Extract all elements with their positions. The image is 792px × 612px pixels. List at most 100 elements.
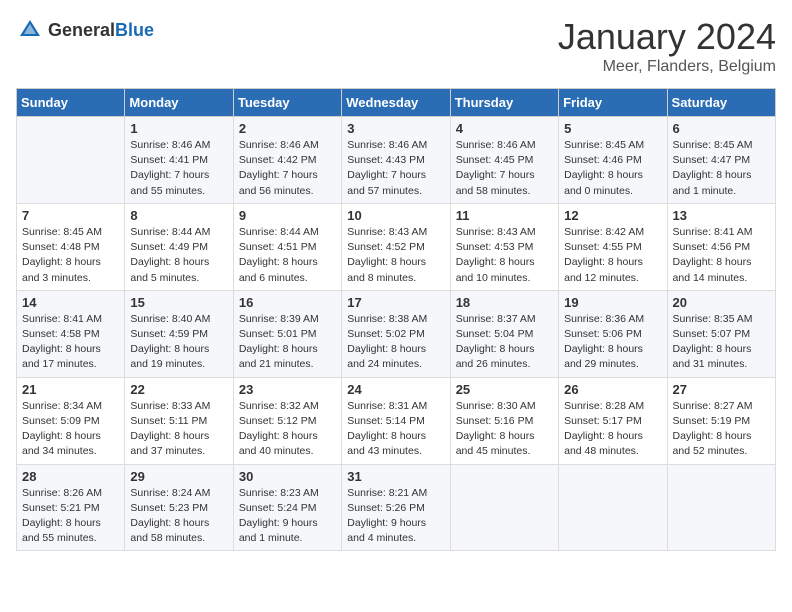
day-info: Sunrise: 8:43 AMSunset: 4:52 PMDaylight:… [347,225,444,286]
day-number: 2 [239,121,336,136]
calendar-cell-w1d0: 7 Sunrise: 8:45 AMSunset: 4:48 PMDayligh… [17,203,125,290]
th-thursday: Thursday [450,89,558,117]
day-number: 6 [673,121,770,136]
calendar-cell-w4d2: 30 Sunrise: 8:23 AMSunset: 5:24 PMDaylig… [233,464,341,551]
day-number: 4 [456,121,553,136]
day-info: Sunrise: 8:39 AMSunset: 5:01 PMDaylight:… [239,312,336,373]
calendar-cell-w3d1: 22 Sunrise: 8:33 AMSunset: 5:11 PMDaylig… [125,377,233,464]
day-info: Sunrise: 8:46 AMSunset: 4:41 PMDaylight:… [130,138,227,199]
calendar-cell-w3d5: 26 Sunrise: 8:28 AMSunset: 5:17 PMDaylig… [559,377,667,464]
day-info: Sunrise: 8:40 AMSunset: 4:59 PMDaylight:… [130,312,227,373]
calendar-cell-w4d4 [450,464,558,551]
day-info: Sunrise: 8:27 AMSunset: 5:19 PMDaylight:… [673,399,770,460]
logo-text: GeneralBlue [48,20,154,41]
day-number: 14 [22,295,119,310]
calendar-cell-w1d2: 9 Sunrise: 8:44 AMSunset: 4:51 PMDayligh… [233,203,341,290]
day-number: 26 [564,382,661,397]
calendar-cell-w1d4: 11 Sunrise: 8:43 AMSunset: 4:53 PMDaylig… [450,203,558,290]
calendar-cell-w0d2: 2 Sunrise: 8:46 AMSunset: 4:42 PMDayligh… [233,117,341,204]
day-info: Sunrise: 8:26 AMSunset: 5:21 PMDaylight:… [22,486,119,547]
day-info: Sunrise: 8:37 AMSunset: 5:04 PMDaylight:… [456,312,553,373]
day-number: 8 [130,208,227,223]
day-info: Sunrise: 8:45 AMSunset: 4:48 PMDaylight:… [22,225,119,286]
calendar-cell-w3d3: 24 Sunrise: 8:31 AMSunset: 5:14 PMDaylig… [342,377,450,464]
logo-icon [16,16,44,44]
th-sunday: Sunday [17,89,125,117]
day-info: Sunrise: 8:38 AMSunset: 5:02 PMDaylight:… [347,312,444,373]
day-info: Sunrise: 8:32 AMSunset: 5:12 PMDaylight:… [239,399,336,460]
calendar-cell-w3d2: 23 Sunrise: 8:32 AMSunset: 5:12 PMDaylig… [233,377,341,464]
day-number: 30 [239,469,336,484]
title-area: January 2024 Meer, Flanders, Belgium [558,16,776,76]
calendar-cell-w4d3: 31 Sunrise: 8:21 AMSunset: 5:26 PMDaylig… [342,464,450,551]
day-number: 22 [130,382,227,397]
day-number: 23 [239,382,336,397]
logo-blue: Blue [115,20,154,40]
calendar-cell-w1d1: 8 Sunrise: 8:44 AMSunset: 4:49 PMDayligh… [125,203,233,290]
day-number: 13 [673,208,770,223]
th-monday: Monday [125,89,233,117]
day-info: Sunrise: 8:31 AMSunset: 5:14 PMDaylight:… [347,399,444,460]
day-number: 29 [130,469,227,484]
calendar-cell-w0d1: 1 Sunrise: 8:46 AMSunset: 4:41 PMDayligh… [125,117,233,204]
day-number: 5 [564,121,661,136]
calendar-cell-w2d0: 14 Sunrise: 8:41 AMSunset: 4:58 PMDaylig… [17,290,125,377]
th-friday: Friday [559,89,667,117]
day-info: Sunrise: 8:41 AMSunset: 4:58 PMDaylight:… [22,312,119,373]
day-number: 27 [673,382,770,397]
calendar-cell-w0d3: 3 Sunrise: 8:46 AMSunset: 4:43 PMDayligh… [342,117,450,204]
day-number: 3 [347,121,444,136]
calendar-week-1: 7 Sunrise: 8:45 AMSunset: 4:48 PMDayligh… [17,203,776,290]
calendar-cell-w1d3: 10 Sunrise: 8:43 AMSunset: 4:52 PMDaylig… [342,203,450,290]
day-number: 17 [347,295,444,310]
day-number: 1 [130,121,227,136]
day-number: 15 [130,295,227,310]
day-number: 19 [564,295,661,310]
day-info: Sunrise: 8:46 AMSunset: 4:45 PMDaylight:… [456,138,553,199]
calendar-cell-w3d0: 21 Sunrise: 8:34 AMSunset: 5:09 PMDaylig… [17,377,125,464]
calendar-cell-w2d3: 17 Sunrise: 8:38 AMSunset: 5:02 PMDaylig… [342,290,450,377]
calendar-header: Sunday Monday Tuesday Wednesday Thursday… [17,89,776,117]
logo: GeneralBlue [16,16,154,44]
day-number: 31 [347,469,444,484]
day-info: Sunrise: 8:30 AMSunset: 5:16 PMDaylight:… [456,399,553,460]
day-number: 28 [22,469,119,484]
day-number: 21 [22,382,119,397]
day-info: Sunrise: 8:45 AMSunset: 4:46 PMDaylight:… [564,138,661,199]
calendar-cell-w1d6: 13 Sunrise: 8:41 AMSunset: 4:56 PMDaylig… [667,203,775,290]
calendar-cell-w2d6: 20 Sunrise: 8:35 AMSunset: 5:07 PMDaylig… [667,290,775,377]
day-info: Sunrise: 8:44 AMSunset: 4:49 PMDaylight:… [130,225,227,286]
calendar-cell-w4d0: 28 Sunrise: 8:26 AMSunset: 5:21 PMDaylig… [17,464,125,551]
day-number: 7 [22,208,119,223]
calendar-table: Sunday Monday Tuesday Wednesday Thursday… [16,88,776,551]
calendar-cell-w2d4: 18 Sunrise: 8:37 AMSunset: 5:04 PMDaylig… [450,290,558,377]
day-info: Sunrise: 8:35 AMSunset: 5:07 PMDaylight:… [673,312,770,373]
month-title: January 2024 [558,16,776,58]
day-info: Sunrise: 8:41 AMSunset: 4:56 PMDaylight:… [673,225,770,286]
calendar-body: 1 Sunrise: 8:46 AMSunset: 4:41 PMDayligh… [17,117,776,551]
day-number: 18 [456,295,553,310]
calendar-cell-w0d4: 4 Sunrise: 8:46 AMSunset: 4:45 PMDayligh… [450,117,558,204]
day-info: Sunrise: 8:21 AMSunset: 5:26 PMDaylight:… [347,486,444,547]
day-info: Sunrise: 8:45 AMSunset: 4:47 PMDaylight:… [673,138,770,199]
calendar-cell-w2d1: 15 Sunrise: 8:40 AMSunset: 4:59 PMDaylig… [125,290,233,377]
day-number: 10 [347,208,444,223]
logo-general: General [48,20,115,40]
day-info: Sunrise: 8:23 AMSunset: 5:24 PMDaylight:… [239,486,336,547]
calendar-week-4: 28 Sunrise: 8:26 AMSunset: 5:21 PMDaylig… [17,464,776,551]
day-number: 25 [456,382,553,397]
th-tuesday: Tuesday [233,89,341,117]
calendar-cell-w3d6: 27 Sunrise: 8:27 AMSunset: 5:19 PMDaylig… [667,377,775,464]
calendar-cell-w0d5: 5 Sunrise: 8:45 AMSunset: 4:46 PMDayligh… [559,117,667,204]
th-saturday: Saturday [667,89,775,117]
calendar-cell-w4d5 [559,464,667,551]
calendar-cell-w0d6: 6 Sunrise: 8:45 AMSunset: 4:47 PMDayligh… [667,117,775,204]
calendar-cell-w4d1: 29 Sunrise: 8:24 AMSunset: 5:23 PMDaylig… [125,464,233,551]
day-number: 20 [673,295,770,310]
calendar-cell-w1d5: 12 Sunrise: 8:42 AMSunset: 4:55 PMDaylig… [559,203,667,290]
day-info: Sunrise: 8:46 AMSunset: 4:43 PMDaylight:… [347,138,444,199]
day-number: 11 [456,208,553,223]
day-info: Sunrise: 8:42 AMSunset: 4:55 PMDaylight:… [564,225,661,286]
calendar-cell-w2d5: 19 Sunrise: 8:36 AMSunset: 5:06 PMDaylig… [559,290,667,377]
calendar-cell-w3d4: 25 Sunrise: 8:30 AMSunset: 5:16 PMDaylig… [450,377,558,464]
